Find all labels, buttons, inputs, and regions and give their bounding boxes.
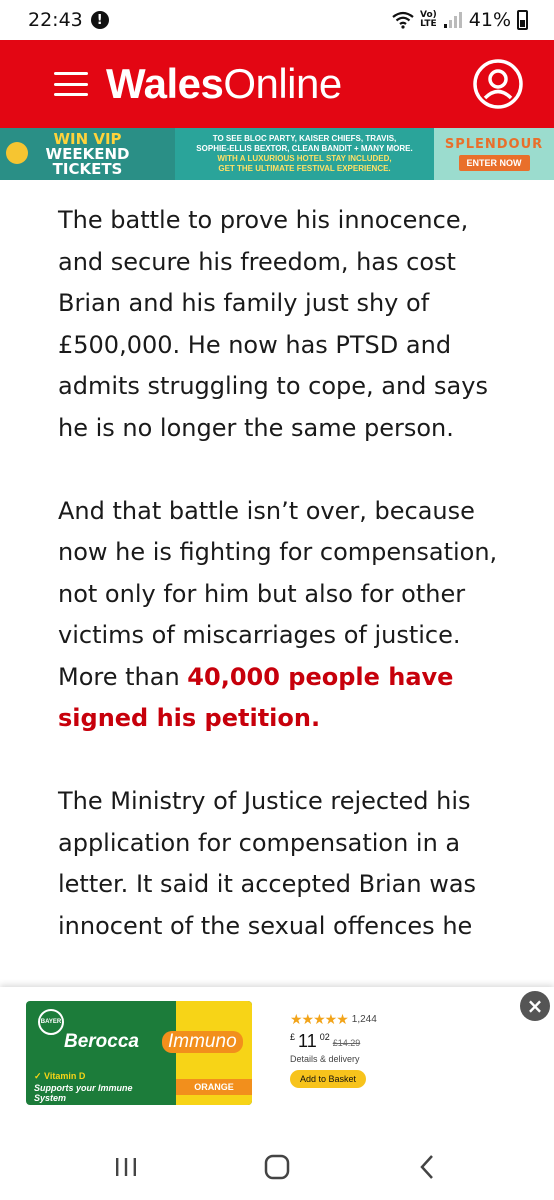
- ad-win-line3: TICKETS: [52, 159, 123, 178]
- product-vitamin: ✓ Vitamin D: [34, 1071, 86, 1081]
- ad-line3: WITH A LUXURIOUS HOTEL STAY INCLUDED,: [217, 154, 392, 163]
- alert-icon: !: [90, 11, 109, 29]
- add-to-basket-button[interactable]: Add to Basket: [290, 1070, 367, 1088]
- menu-icon[interactable]: [54, 72, 88, 96]
- article-paragraph-1: The battle to prove his innocence, and s…: [58, 206, 488, 442]
- brand-bold: Wales: [106, 60, 224, 107]
- rating-stars: ★★★★★: [290, 1011, 349, 1027]
- product-claim: Supports your Immune System: [34, 1083, 133, 1103]
- product-info: ★★★★★ 1,244 £ 11 02 £14.29 Details & del…: [290, 1011, 377, 1088]
- price-old: £14.29: [332, 1038, 361, 1048]
- battery-icon: [517, 10, 528, 30]
- site-header: WalesOnline: [0, 40, 554, 128]
- paragraph-2-text: And that battle isn’t over, because now …: [58, 496, 498, 691]
- clock: 22:43: [28, 9, 83, 31]
- top-banner-ad[interactable]: WIN VIP WEEKEND TICKETS TO SEE BLOC PART…: [0, 128, 554, 180]
- product-image[interactable]: BAYER Berocca Immuno ✓ Vitamin D Support…: [26, 1001, 252, 1105]
- rating: ★★★★★ 1,244: [290, 1011, 377, 1028]
- article-paragraph-2: And that battle isn’t over, because now …: [58, 491, 498, 740]
- product-brand: Berocca: [64, 1031, 139, 1052]
- wifi-icon: [392, 11, 414, 29]
- flower-icon: [6, 142, 28, 164]
- ad-line4: GET THE ULTIMATE FESTIVAL EXPERIENCE.: [218, 164, 391, 173]
- back-icon[interactable]: [408, 1149, 448, 1185]
- battery-percent: 41%: [468, 9, 511, 31]
- close-ad-button[interactable]: ×: [520, 991, 550, 1021]
- price-pence: 02: [319, 1032, 330, 1042]
- article-body: The battle to prove his innocence, and s…: [58, 200, 498, 989]
- site-logo[interactable]: WalesOnline: [106, 60, 342, 108]
- brand-regular: Online: [223, 60, 342, 107]
- price: £ 11 02 £14.29: [290, 1032, 377, 1050]
- volte-bottom: LTE: [420, 19, 437, 29]
- volte-icon: Vo) LTE: [420, 11, 437, 29]
- price-main: 11: [298, 1031, 317, 1051]
- account-icon[interactable]: [472, 58, 524, 110]
- home-icon[interactable]: [257, 1149, 297, 1185]
- status-left: 22:43 !: [28, 9, 109, 31]
- bayer-logo: BAYER: [38, 1009, 64, 1035]
- ad-text-block: TO SEE BLOC PARTY, KAISER CHIEFS, TRAVIS…: [175, 128, 434, 180]
- product-variant: Immuno: [162, 1031, 243, 1053]
- delivery-link[interactable]: Details & delivery: [290, 1054, 377, 1064]
- ad-logo: SPLENDOUR: [444, 137, 544, 152]
- ad-line2: SOPHIE-ELLIS BEXTOR, CLEAN BANDIT + MANY…: [196, 144, 413, 153]
- product-flavour: ORANGE: [176, 1079, 252, 1095]
- ad-enter-button[interactable]: ENTER NOW: [458, 155, 530, 171]
- ad-win-block: WIN VIP WEEKEND TICKETS: [0, 128, 175, 180]
- status-bar: 22:43 ! Vo) LTE 41%: [0, 0, 554, 40]
- recent-apps-icon[interactable]: [106, 1149, 146, 1185]
- article-paragraph-3: The Ministry of Justice rejected his app…: [58, 787, 477, 940]
- sticky-bottom-ad[interactable]: BAYER Berocca Immuno ✓ Vitamin D Support…: [0, 987, 554, 1133]
- price-currency: £: [290, 1032, 296, 1042]
- signal-icon: [443, 12, 462, 28]
- status-right: Vo) LTE 41%: [392, 9, 528, 31]
- navigation-bar: [0, 1133, 554, 1200]
- ad-cta-block: SPLENDOUR ENTER NOW: [434, 128, 554, 180]
- ad-line1: TO SEE BLOC PARTY, KAISER CHIEFS, TRAVIS…: [212, 134, 397, 143]
- rating-count: 1,244: [351, 1014, 377, 1025]
